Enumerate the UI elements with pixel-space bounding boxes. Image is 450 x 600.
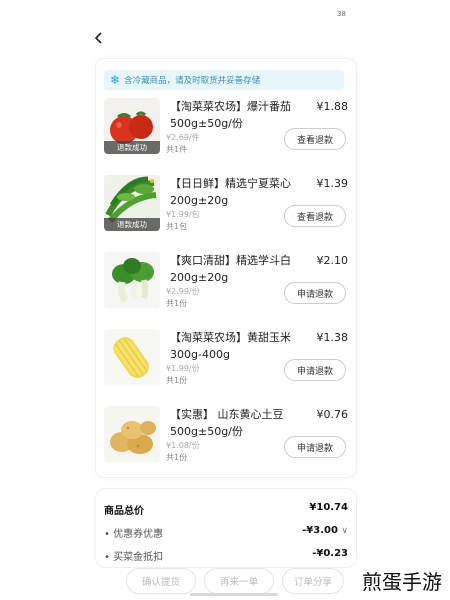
coupon-value-text: -¥3.00	[302, 525, 338, 536]
bonus-label: • 买菜金抵扣	[104, 552, 164, 563]
product-image[interactable]	[104, 252, 160, 308]
product-image[interactable]	[104, 406, 160, 462]
snowflake-icon: ❄	[110, 73, 121, 87]
product-image[interactable]	[104, 329, 160, 385]
coupon-value: -¥3.00 ∨	[302, 525, 348, 536]
quantity: 共1件	[166, 145, 188, 154]
order-item: 【实惠】 山东黄心土豆 500g±50g/份 ¥0.76 ¥1.08/份 共1份…	[104, 406, 350, 468]
product-price: ¥0.76	[316, 408, 349, 421]
unit-price: ¥1.99/份	[166, 364, 200, 373]
quantity: 共1包	[166, 222, 188, 231]
quantity: 共1份	[166, 376, 188, 385]
total-label: 商品总价	[104, 506, 144, 517]
confirm-pickup-button[interactable]: 确认提货	[126, 568, 196, 594]
home-indicator	[190, 593, 278, 596]
order-item: 退款成功 【日日鲜】精选宁夏菜心200g±20g ¥1.39 ¥1.99/包 共…	[104, 175, 350, 237]
product-title[interactable]: 【淘菜菜农场】爆汁番茄500g±50g/份	[170, 98, 312, 132]
watermark: 煎蛋手游	[362, 570, 442, 594]
product-image[interactable]: 退款成功	[104, 175, 160, 231]
product-price: ¥2.10	[316, 254, 349, 267]
view-refund-button[interactable]: 查看退款	[284, 205, 346, 227]
unit-price: ¥2.99/份	[166, 287, 200, 296]
status-indicator: 38	[337, 10, 346, 18]
apply-refund-button[interactable]: 申请退款	[284, 282, 346, 304]
product-price: ¥1.39	[316, 177, 349, 190]
apply-refund-button[interactable]: 申请退款	[284, 359, 346, 381]
product-image[interactable]: 退款成功	[104, 98, 160, 154]
back-button[interactable]	[92, 30, 112, 50]
total-value: ¥10.74	[309, 502, 348, 513]
notice-text: 含冷藏商品，请及时取货并妥善存储	[124, 76, 261, 86]
product-title[interactable]: 【淘菜菜农场】黄甜玉米300g-400g	[170, 329, 312, 363]
bonus-value: -¥0.23	[312, 548, 348, 559]
order-item: 退款成功 【淘菜菜农场】爆汁番茄500g±50g/份 ¥1.88 ¥2.69/件…	[104, 98, 350, 160]
bok-choy-image	[104, 252, 160, 308]
coupon-label: • 优惠券优惠	[104, 529, 164, 540]
reorder-button[interactable]: 再来一单	[204, 568, 274, 594]
corn-image	[104, 329, 160, 385]
quantity: 共1份	[166, 299, 188, 308]
refund-status-badge: 退款成功	[104, 141, 160, 154]
chevron-left-icon	[94, 32, 102, 44]
order-item: 【爽口清甜】精选学斗白200g±20g ¥2.10 ¥2.99/份 共1份 申请…	[104, 252, 350, 314]
apply-refund-button[interactable]: 申请退款	[284, 436, 346, 458]
order-item: 【淘菜菜农场】黄甜玉米300g-400g ¥1.38 ¥1.99/份 共1份 申…	[104, 329, 350, 391]
quantity: 共1份	[166, 453, 188, 462]
cold-storage-notice: ❄ 含冷藏商品，请及时取货并妥善存储	[104, 70, 344, 90]
unit-price: ¥1.08/份	[166, 441, 200, 450]
coupon-label-text: 优惠券优惠	[113, 529, 164, 540]
product-title[interactable]: 【爽口清甜】精选学斗白200g±20g	[170, 252, 312, 286]
chevron-down-icon: ∨	[341, 526, 348, 536]
unit-price: ¥1.99/包	[166, 210, 200, 219]
product-title[interactable]: 【实惠】 山东黄心土豆 500g±50g/份	[170, 406, 312, 440]
refund-status-badge: 退款成功	[104, 218, 160, 231]
view-refund-button[interactable]: 查看退款	[284, 128, 346, 150]
potato-image	[104, 406, 160, 462]
product-title[interactable]: 【日日鲜】精选宁夏菜心200g±20g	[170, 175, 312, 209]
product-price: ¥1.88	[316, 100, 349, 113]
share-order-button[interactable]: 订单分享	[282, 568, 344, 594]
unit-price: ¥2.69/件	[166, 133, 200, 142]
product-price: ¥1.38	[316, 331, 349, 344]
